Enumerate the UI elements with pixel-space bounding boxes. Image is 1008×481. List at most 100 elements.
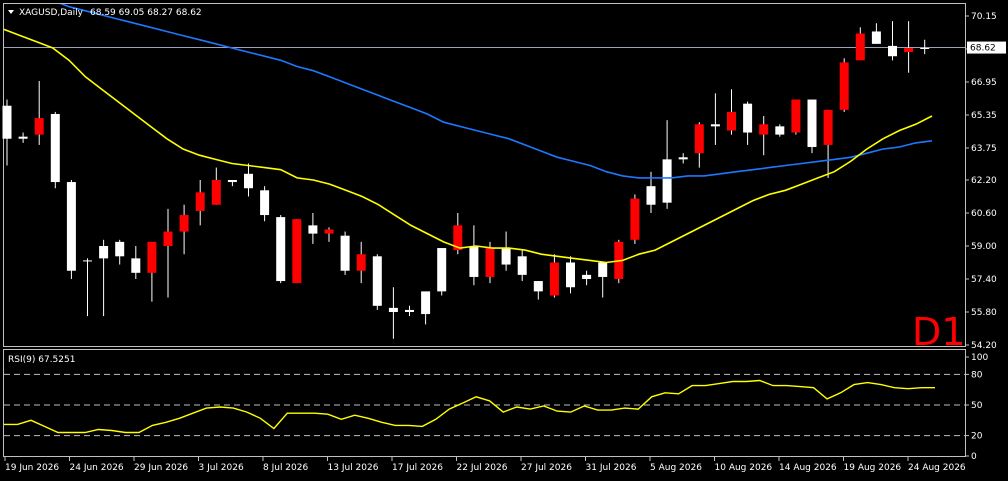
rsi-line	[4, 379, 935, 434]
bear-candle	[791, 99, 801, 133]
time-tick-label: 3 Jul 2026	[199, 463, 244, 473]
time-axis: 19 Jun 2026 24 Jun 2026 29 Jun 2026 3 Jul 2…	[4, 457, 966, 473]
time-tick-label: 22 Jul 2026	[457, 463, 508, 473]
bull-candle	[807, 99, 817, 147]
bull-candle	[227, 179, 237, 183]
time-tick-label: 10 Aug 2026	[715, 463, 773, 473]
bull-candle	[340, 235, 350, 271]
price-axis: 70.1568.5566.9565.3563.7562.2060.6059.00…	[965, 12, 997, 351]
time-tick-label: 27 Jul 2026	[521, 463, 572, 473]
bull-candle	[517, 256, 527, 275]
price-tick-label: 70.15	[971, 12, 997, 22]
candles	[2, 21, 930, 339]
time-tick-label: 8 Jul 2026	[263, 463, 308, 473]
bear-candle	[694, 124, 704, 154]
time-tick-label: 5 Aug 2026	[650, 463, 702, 473]
time-tick-label: 17 Jul 2026	[392, 463, 443, 473]
bull-candle	[388, 307, 398, 312]
bear-candle	[179, 215, 189, 232]
chart-canvas[interactable]: 70.1568.5566.9565.3563.7562.2060.6059.00…	[0, 0, 1008, 481]
bear-candle	[485, 248, 495, 277]
time-tick-label: 29 Jun 2026	[134, 463, 188, 473]
bear-candle	[823, 109, 833, 145]
time-tick-label: 24 Jun 2026	[70, 463, 124, 473]
rsi-pane-frame	[3, 349, 966, 457]
price-tick-label: 57.40	[971, 275, 997, 285]
bear-candle	[855, 33, 865, 61]
bear-candle	[727, 111, 736, 131]
bear-candle	[904, 47, 914, 53]
bull-candle	[244, 173, 253, 189]
bear-candle	[211, 179, 221, 205]
bull-candle	[888, 45, 897, 57]
price-tick-label: 63.75	[971, 144, 997, 154]
bull-candle	[276, 217, 286, 282]
bull-candle	[646, 186, 656, 205]
bull-candle	[2, 105, 12, 139]
bull-candle	[662, 159, 672, 203]
bull-candle	[50, 113, 60, 183]
bull-candle	[131, 258, 141, 273]
dropdown-triangle-icon[interactable]	[8, 10, 14, 14]
bear-candle	[292, 219, 302, 284]
bear-candle	[630, 198, 640, 240]
bear-candle	[163, 231, 173, 246]
rsi-tick-label: 80	[971, 370, 983, 380]
ma-slow-line	[59, 4, 933, 179]
bull-candle	[18, 136, 28, 139]
price-tick-label: 54.20	[971, 341, 997, 351]
bull-candle	[871, 31, 881, 44]
bear-candle	[195, 192, 205, 211]
ma-fast-line	[4, 28, 933, 264]
price-tick-label: 62.20	[971, 176, 997, 186]
time-tick-label: 24 Aug 2026	[908, 463, 966, 473]
rsi-tick-label: 50	[971, 401, 983, 411]
bull-candle	[469, 245, 479, 277]
time-tick-label: 19 Aug 2026	[844, 463, 902, 473]
bull-candle	[920, 47, 930, 49]
bull-candle	[99, 245, 109, 259]
bull-candle	[598, 262, 608, 277]
bull-candle	[775, 126, 785, 135]
bull-candle	[260, 190, 270, 216]
bear-candle	[147, 241, 157, 273]
rsi-axis: 100 80 50 20 0	[965, 353, 988, 462]
bull-candle	[115, 241, 125, 257]
bull-candle	[83, 260, 92, 262]
bull-candle	[405, 309, 414, 312]
rsi-tick-label: 20	[971, 432, 983, 442]
symbol-label: XAGUSD,Daily	[19, 8, 84, 18]
bull-candle	[501, 248, 511, 265]
time-tick-label: 14 Aug 2026	[779, 463, 837, 473]
bull-candle	[533, 281, 543, 292]
price-tick-label: 59.00	[971, 242, 997, 252]
price-tick-label: 60.60	[971, 209, 997, 219]
bear-candle	[839, 62, 849, 110]
chart-window: 70.1568.5566.9565.3563.7562.2060.6059.00…	[0, 0, 1008, 481]
bull-candle	[566, 262, 575, 288]
price-tag-label: 68.62	[970, 44, 996, 54]
ohlc-values: 68.59 69.05 68.27 68.62	[90, 8, 202, 18]
time-tick-label: 19 Jun 2026	[5, 463, 59, 473]
price-tick-label: 55.80	[971, 308, 997, 318]
price-tag: 68.62	[967, 41, 1006, 54]
time-tick-label: 31 Jul 2026	[586, 463, 637, 473]
bear-candle	[759, 124, 769, 135]
bull-candle	[710, 124, 720, 127]
bear-candle	[549, 262, 559, 296]
rsi-level-lines	[4, 373, 965, 437]
bull-candle	[582, 274, 592, 279]
bull-candle	[421, 291, 431, 315]
price-tick-label: 65.35	[971, 111, 997, 121]
bull-candle	[678, 157, 688, 160]
rsi-tick-label: 0	[971, 452, 977, 462]
timeframe-badge: D1	[912, 310, 965, 354]
bull-candle	[308, 225, 318, 234]
rsi-title: RSI(9) 67.5251	[8, 355, 75, 365]
bull-candle	[743, 103, 753, 133]
bull-candle	[372, 256, 382, 306]
main-pane-frame	[3, 3, 966, 347]
bull-candle	[66, 182, 76, 271]
bull-candle	[437, 248, 447, 292]
bear-candle	[324, 229, 334, 234]
